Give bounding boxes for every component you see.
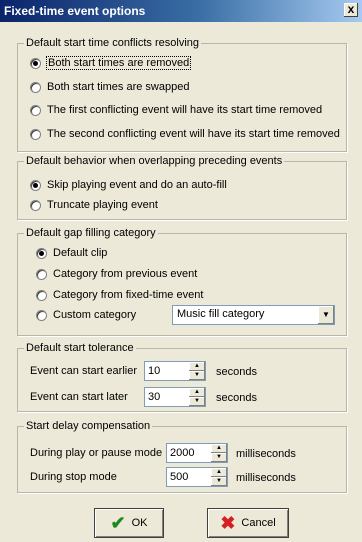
ok-button[interactable]: ✔ OK — [94, 508, 164, 538]
gap-option-fixed-time[interactable]: Category from fixed-time event — [36, 287, 203, 303]
window-title: Fixed-time event options — [4, 4, 146, 18]
close-button[interactable]: x — [344, 3, 358, 17]
gap-option-custom[interactable]: Custom category — [36, 307, 136, 323]
conflict-option-label: Both start times are swapped — [47, 81, 190, 93]
play-mode-label: During play or pause mode — [30, 447, 163, 459]
radio-icon — [36, 268, 47, 280]
play-mode-unit: milliseconds — [236, 448, 296, 460]
delay-legend: Start delay compensation — [26, 420, 151, 432]
stop-mode-unit: milliseconds — [236, 472, 296, 484]
custom-category-value: Music fill category — [177, 308, 265, 320]
conflict-option-label: The first conflicting event will have it… — [47, 104, 323, 116]
gap-option-label: Category from previous event — [53, 268, 198, 280]
later-input[interactable] — [145, 388, 189, 406]
stop-mode-spinner[interactable]: ▲ ▼ — [166, 467, 228, 487]
earlier-spinner[interactable]: ▲ ▼ — [144, 361, 206, 381]
spin-up-icon[interactable]: ▲ — [211, 468, 227, 477]
conflicts-legend: Default start time conflicts resolving — [26, 37, 200, 49]
play-mode-input[interactable] — [167, 444, 211, 462]
custom-category-select[interactable]: Music fill category ▼ — [172, 305, 335, 325]
overlap-legend: Default behavior when overlapping preced… — [26, 155, 283, 167]
conflict-option-removed[interactable]: Both start times are removed — [30, 55, 192, 71]
stop-mode-label: During stop mode — [30, 471, 117, 483]
tolerance-legend: Default start tolerance — [26, 342, 134, 354]
spin-down-icon[interactable]: ▼ — [189, 397, 205, 406]
radio-icon — [30, 81, 41, 93]
radio-icon — [30, 128, 41, 140]
dropdown-arrow-icon[interactable]: ▼ — [318, 306, 334, 324]
checkmark-icon: ✔ — [110, 512, 126, 533]
gap-option-previous[interactable]: Category from previous event — [36, 266, 197, 282]
conflict-option-second-removed[interactable]: The second conflicting event will have i… — [30, 126, 340, 142]
radio-icon — [36, 289, 47, 301]
conflict-option-label: The second conflicting event will have i… — [47, 128, 340, 140]
stop-mode-input[interactable] — [167, 468, 211, 486]
gap-option-default-clip[interactable]: Default clip — [36, 245, 107, 261]
later-spinner[interactable]: ▲ ▼ — [144, 387, 206, 407]
gap-option-label: Custom category — [53, 309, 137, 321]
spin-up-icon[interactable]: ▲ — [189, 388, 205, 397]
spin-up-icon[interactable]: ▲ — [211, 444, 227, 453]
radio-icon — [36, 309, 47, 321]
overlap-option-label: Truncate playing event — [47, 199, 158, 211]
spin-down-icon[interactable]: ▼ — [211, 453, 227, 462]
spin-down-icon[interactable]: ▼ — [189, 371, 205, 380]
later-label: Event can start later — [30, 391, 128, 403]
radio-selected-icon — [30, 179, 41, 191]
play-mode-spinner[interactable]: ▲ ▼ — [166, 443, 228, 463]
gap-filling-legend: Default gap filling category — [26, 227, 156, 239]
radio-selected-icon — [30, 57, 41, 69]
conflict-option-swapped[interactable]: Both start times are swapped — [30, 79, 189, 95]
cancel-button[interactable]: ✖ Cancel — [207, 508, 289, 538]
spin-up-icon[interactable]: ▲ — [189, 362, 205, 371]
cancel-label: Cancel — [241, 517, 276, 529]
earlier-label: Event can start earlier — [30, 365, 137, 377]
title-bar: Fixed-time event options x — [0, 0, 362, 22]
earlier-input[interactable] — [145, 362, 189, 380]
overlap-option-label: Skip playing event and do an auto-fill — [47, 179, 227, 191]
radio-icon — [30, 104, 41, 116]
overlap-option-truncate[interactable]: Truncate playing event — [30, 197, 158, 213]
conflict-option-label: Both start times are removed — [45, 56, 192, 70]
conflict-option-first-removed[interactable]: The first conflicting event will have it… — [30, 102, 322, 118]
cancel-x-icon: ✖ — [220, 512, 236, 533]
later-unit: seconds — [216, 392, 257, 404]
spin-down-icon[interactable]: ▼ — [211, 477, 227, 486]
overlap-option-skip[interactable]: Skip playing event and do an auto-fill — [30, 177, 227, 193]
radio-icon — [30, 199, 41, 211]
radio-selected-icon — [36, 247, 47, 259]
earlier-unit: seconds — [216, 366, 257, 378]
ok-label: OK — [131, 517, 148, 529]
gap-option-label: Category from fixed-time event — [53, 289, 204, 301]
gap-option-label: Default clip — [53, 247, 108, 259]
